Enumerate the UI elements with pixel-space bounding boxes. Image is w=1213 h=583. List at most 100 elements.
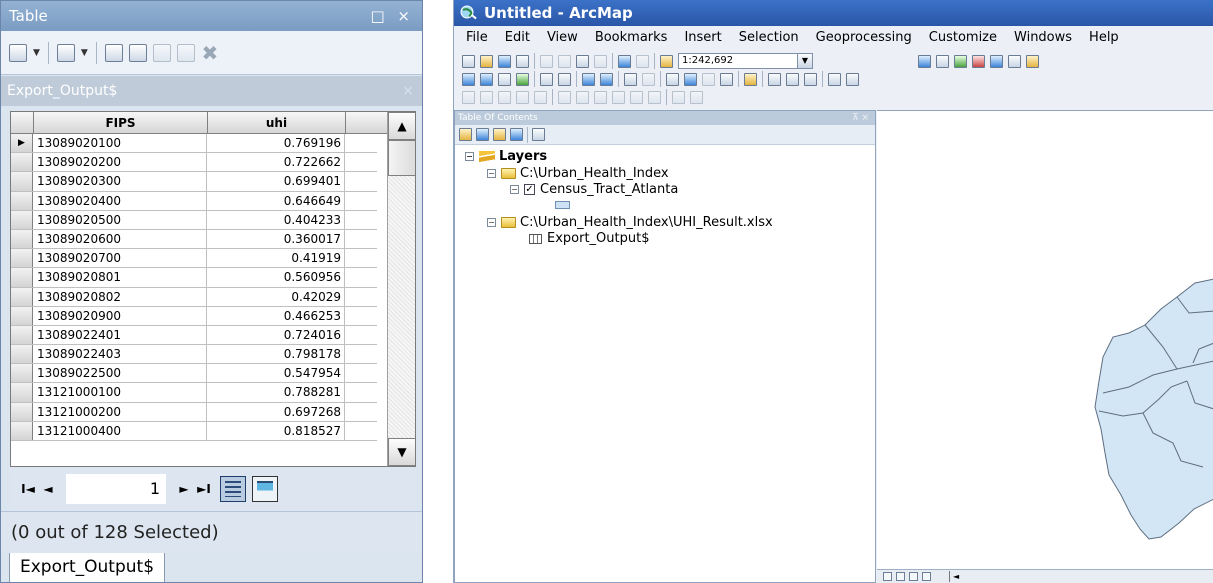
arcmap-titlebar[interactable]: Untitled - ArcMap [454,0,1213,26]
cell-fips[interactable]: 13089020900 [34,306,207,325]
table-row[interactable]: 13089020600 0.360017 [11,229,377,250]
editor-toolbar-icon[interactable] [918,54,931,68]
find-route-icon[interactable] [786,72,799,86]
python-window-icon[interactable] [1008,54,1021,68]
redo-icon[interactable] [636,54,649,68]
cell-fips[interactable]: 13089020300 [34,172,207,191]
related-tables-icon[interactable] [56,43,75,62]
menu-help[interactable]: Help [1089,26,1119,50]
row-selector[interactable] [11,210,33,229]
collapse-icon[interactable]: − [487,218,496,227]
scroll-left-button[interactable]: ◄ [949,571,969,582]
zoom-in-icon[interactable] [462,72,475,86]
next-record-button[interactable]: ► [174,482,194,496]
catalog-icon[interactable] [954,54,967,68]
table-row[interactable]: 13089022500 0.547954 [11,364,377,384]
pause-drawing-icon[interactable] [922,572,931,581]
save-icon[interactable] [498,54,511,68]
full-extent-icon[interactable] [516,72,529,86]
census-tract-map[interactable] [877,111,1213,571]
row-selector[interactable] [11,306,33,325]
undo-icon[interactable] [618,54,631,68]
align-icon[interactable] [612,90,625,104]
cell-uhi[interactable]: 0.560956 [208,268,345,287]
cell-uhi[interactable]: 0.788281 [208,383,345,402]
cell-uhi[interactable]: 0.769196 [208,134,345,153]
row-selector[interactable] [11,325,33,345]
delete-icon[interactable] [594,54,607,68]
map-view[interactable] [877,110,1213,583]
cell-uhi[interactable]: 0.724016 [208,325,345,345]
draw-rectangle-icon[interactable] [480,90,493,104]
table-row[interactable]: 13121000400 0.818527 [11,421,377,441]
collapse-icon[interactable]: − [510,185,519,194]
window-controls[interactable]: □ × [370,1,414,31]
draw-text-icon[interactable] [516,90,529,104]
vertical-scrollbar[interactable]: ▲ ▼ [387,112,415,466]
show-all-records-icon[interactable] [220,476,246,502]
open-folder-icon[interactable] [480,54,493,68]
chevron-down-icon[interactable]: ▼ [33,48,40,58]
table-row[interactable]: 13089020500 0.404233 [11,210,377,230]
cell-fips[interactable]: 13089022403 [34,345,207,364]
fill-color-icon[interactable] [558,90,571,104]
tree-node-census-layer[interactable]: − ✓ Census_Tract_Atlanta [510,182,678,198]
paste-icon[interactable] [576,54,589,68]
menu-customize[interactable]: Customize [929,26,997,50]
refresh-icon[interactable] [909,572,918,581]
cell-uhi[interactable]: 0.360017 [208,229,345,249]
tree-node-folder-2[interactable]: − C:\Urban_Health_Index\UHI_Result.xlsx [487,215,773,231]
row-selector[interactable] [11,172,33,191]
row-selector[interactable]: ▶ [11,134,33,153]
add-data-icon[interactable] [660,54,673,68]
row-selector[interactable] [11,421,33,440]
census-tract-polygons[interactable] [1094,278,1213,540]
fixed-zoom-in-icon[interactable] [540,72,553,86]
cell-fips[interactable]: 13089020500 [34,210,207,229]
data-view-icon[interactable] [883,572,892,581]
table-row[interactable]: 13089020700 0.41919 [11,249,377,269]
menu-selection[interactable]: Selection [739,26,799,50]
cell-fips[interactable]: 13121000100 [34,383,207,402]
table-of-contents-icon[interactable] [936,54,949,68]
table-row[interactable]: 13089020200 0.722662 [11,153,377,173]
pan-hand-icon[interactable] [498,72,511,86]
row-selector[interactable] [11,364,33,383]
select-features-icon[interactable] [624,72,637,86]
cell-uhi[interactable]: 0.798178 [208,345,345,364]
list-by-source-icon[interactable] [476,128,489,141]
scrollbar-thumb[interactable] [388,140,415,176]
cell-fips[interactable]: 13089020802 [34,287,207,306]
html-popup-icon[interactable] [720,72,733,86]
record-number-input[interactable]: 1 [66,474,166,504]
create-viewer-icon[interactable] [846,72,859,86]
cell-uhi[interactable]: 0.646649 [208,191,345,210]
zoom-out-icon[interactable] [480,72,493,86]
chevron-down-icon[interactable]: ▼ [81,48,88,58]
identify-icon[interactable] [684,72,697,86]
delete-selected-icon[interactable]: ✖ [201,43,219,63]
first-record-button[interactable]: I◄ [18,482,38,496]
row-selector[interactable] [11,229,33,249]
georef-icon[interactable] [672,90,685,104]
cell-fips[interactable]: 13089020400 [34,191,207,210]
menu-bookmarks[interactable]: Bookmarks [595,26,668,50]
cell-fips[interactable]: 13089022401 [34,325,207,345]
cell-uhi[interactable]: 0.404233 [208,210,345,229]
collapse-icon[interactable]: − [465,152,474,161]
menu-file[interactable]: File [466,26,488,50]
cell-fips[interactable]: 13121000200 [34,402,207,421]
row-selector[interactable] [11,268,33,287]
cell-uhi[interactable]: 0.547954 [208,364,345,383]
cell-fips[interactable]: 13089022500 [34,364,207,383]
cell-fips[interactable]: 13121000400 [34,421,207,440]
pin-icon[interactable]: ⊼ × [852,111,869,125]
table-row[interactable]: 13089020900 0.466253 [11,306,377,326]
search-window-icon[interactable] [972,54,985,68]
menu-geoprocessing[interactable]: Geoprocessing [816,26,912,50]
table-row[interactable]: 13089020400 0.646649 [11,191,377,211]
model-builder-icon[interactable] [1026,54,1039,68]
toc-options-icon[interactable] [532,128,545,141]
switch-selection-icon[interactable] [128,43,147,62]
go-forward-icon[interactable] [600,72,613,86]
